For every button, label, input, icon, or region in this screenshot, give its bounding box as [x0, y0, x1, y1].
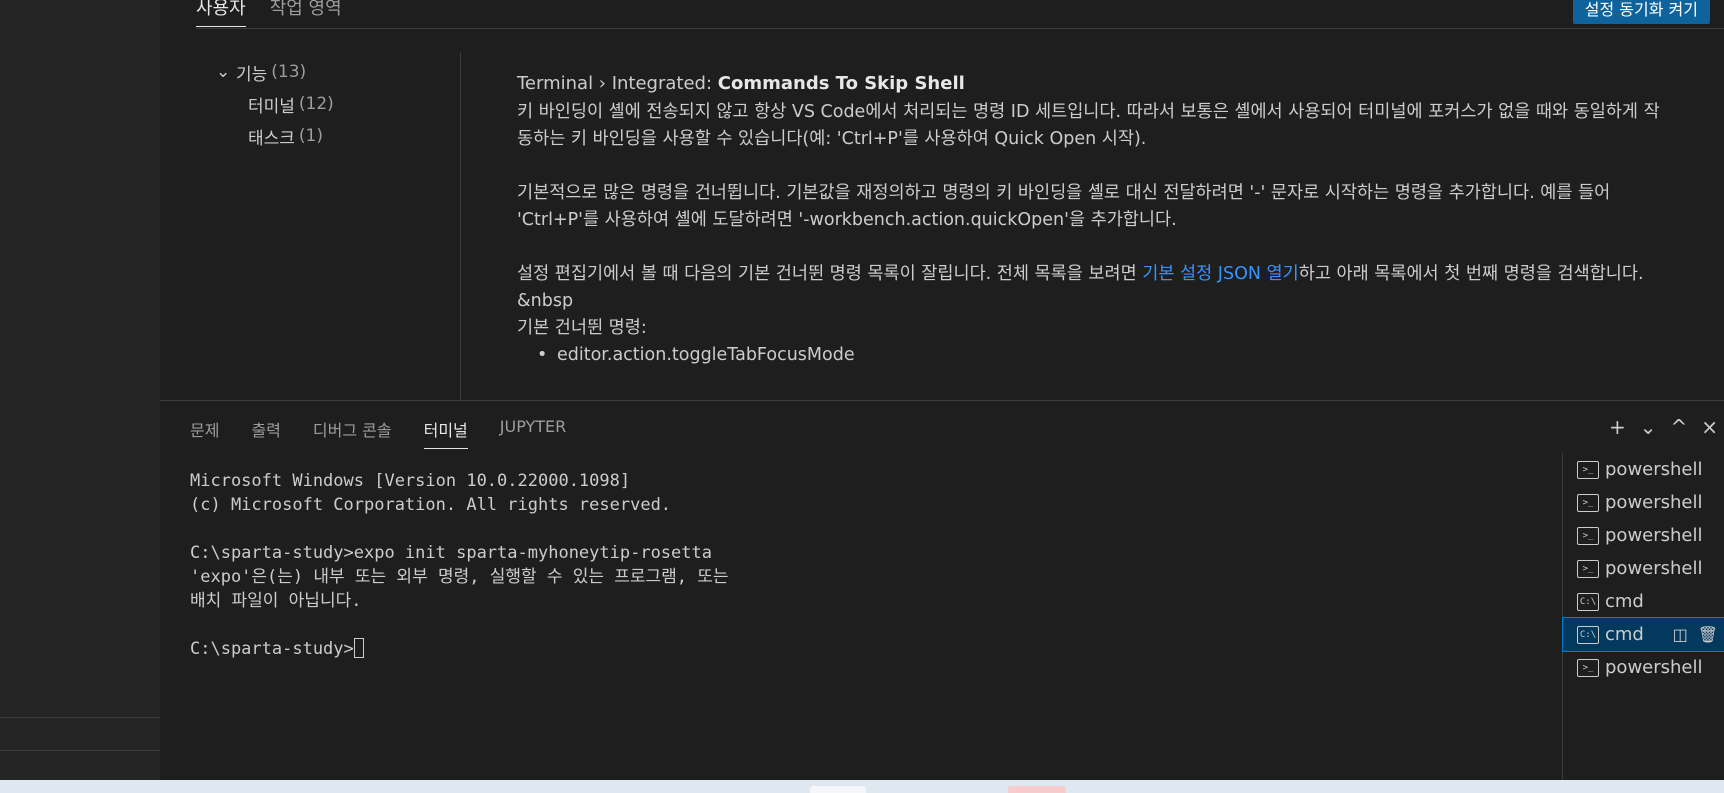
terminal-tab-label: powershell — [1605, 525, 1703, 546]
tab-problems[interactable]: 문제 — [190, 417, 219, 449]
settings-editor: 사용자 작업 영역 설정 동기화 켜기 ⌄ 기능 (13) 터미널 (12) 태… — [160, 0, 1724, 400]
tab-terminal[interactable]: 터미널 — [423, 417, 468, 449]
chevron-down-icon[interactable]: ⌄ — [1640, 415, 1657, 439]
toc-count: (13) — [271, 62, 307, 82]
plus-icon[interactable]: + — [1609, 415, 1626, 439]
setting-item: Terminal › Integrated: Commands To Skip … — [517, 70, 1667, 369]
terminal-tab-powershell[interactable]: >_ powershell — [1563, 552, 1724, 585]
setting-description-3: 설정 편집기에서 볼 때 다음의 기본 건너뛴 명령 목록이 잘립니다. 전체 … — [517, 261, 1667, 288]
toc-label: 터미널 — [248, 96, 295, 117]
powershell-icon: >_ — [1577, 658, 1599, 677]
tab-debug-console[interactable]: 디버그 콘솔 — [313, 417, 392, 449]
close-icon[interactable]: × — [1701, 415, 1718, 439]
taskbar-app[interactable] — [810, 786, 866, 793]
panel-tabs: 문제 출력 디버그 콘솔 터미널 JUPYTER — [190, 417, 566, 449]
open-default-settings-json-link[interactable]: 기본 설정 JSON 열기 — [1142, 264, 1298, 284]
terminal-tab-label: powershell — [1605, 558, 1703, 579]
tab-workspace[interactable]: 작업 영역 — [270, 0, 342, 27]
chevron-down-icon: ⌄ — [216, 62, 231, 82]
powershell-icon: >_ — [1577, 493, 1599, 512]
tab-user[interactable]: 사용자 — [196, 0, 246, 27]
terminal-tab-actions: ◫ 🗑 — [1673, 625, 1718, 644]
toc-label: 기능 — [236, 64, 268, 85]
setting-title: Terminal › Integrated: Commands To Skip … — [517, 70, 1667, 97]
terminal-prompt: C:\sparta-study> — [190, 639, 354, 659]
powershell-icon: >_ — [1577, 460, 1599, 479]
scope-divider — [196, 28, 1724, 29]
explorer-sidebar — [0, 0, 160, 780]
toc-item-terminal[interactable]: 터미널 (12) — [216, 88, 334, 120]
terminal-line: (c) Microsoft Corporation. All rights re… — [190, 495, 672, 515]
terminal-line: Microsoft Windows [Version 10.0.22000.10… — [190, 471, 631, 491]
settings-scope-tabs: 사용자 작업 영역 — [196, 0, 342, 27]
sidebar-divider — [0, 750, 160, 751]
terminal-line: 배치 파일이 아닙니다. — [190, 591, 362, 611]
terminal-tab-label: cmd — [1605, 591, 1644, 612]
terminal-line: 'expo'은(는) 내부 또는 외부 명령, 실행할 수 있는 프로그램, 또… — [190, 567, 729, 587]
toc-divider — [460, 52, 461, 400]
nbsp-text: &nbsp — [517, 291, 574, 311]
toc-item-tasks[interactable]: 태스크 (1) — [216, 120, 334, 152]
trash-icon[interactable]: 🗑 — [1698, 625, 1718, 644]
settings-sync-button[interactable]: 설정 동기화 켜기 — [1572, 0, 1710, 24]
tab-jupyter[interactable]: JUPYTER — [500, 417, 567, 449]
toc-count: (12) — [298, 94, 334, 114]
default-commands-list: editor.action.toggleTabFocusMode — [517, 342, 1667, 369]
cmd-icon: C:\ — [1577, 625, 1599, 644]
terminal-tab-label: powershell — [1605, 459, 1703, 480]
setting-category: Terminal › Integrated: — [517, 73, 718, 94]
terminal-tab-cmd[interactable]: C:\ cmd — [1563, 585, 1724, 618]
toc-item-features[interactable]: ⌄ 기능 (13) — [216, 56, 334, 88]
terminal-tab-label: powershell — [1605, 492, 1703, 513]
terminal-line: C:\sparta-study>expo init sparta-myhoney… — [190, 543, 712, 563]
description-text: 하고 아래 목록에서 첫 번째 명령을 검색합니다. — [1298, 264, 1644, 284]
terminal-tab-powershell[interactable]: >_ powershell — [1563, 486, 1724, 519]
terminal-tab-powershell[interactable]: >_ powershell — [1563, 519, 1724, 552]
setting-name: Commands To Skip Shell — [717, 73, 965, 94]
setting-description-2: 기본적으로 많은 명령을 건너뜁니다. 기본값을 재정의하고 명령의 키 바인딩… — [517, 183, 1611, 230]
terminal-tabs-list: >_ powershell >_ powershell >_ powershel… — [1562, 453, 1724, 781]
panel-actions: + ⌄ ^ × — [1609, 415, 1718, 439]
split-terminal-icon[interactable]: ◫ — [1673, 625, 1688, 644]
powershell-icon: >_ — [1577, 526, 1599, 545]
toc-count: (1) — [298, 126, 324, 146]
default-commands-label: 기본 건너뛴 명령: — [517, 318, 647, 338]
taskbar-app[interactable] — [1008, 786, 1066, 793]
terminal-tab-powershell[interactable]: >_ powershell — [1563, 453, 1724, 486]
terminal-output[interactable]: Microsoft Windows [Version 10.0.22000.10… — [190, 469, 729, 661]
settings-toc: ⌄ 기능 (13) 터미널 (12) 태스크 (1) — [216, 56, 334, 152]
terminal-cursor — [353, 638, 364, 658]
windows-taskbar — [0, 780, 1724, 793]
cmd-icon: C:\ — [1577, 592, 1599, 611]
sidebar-divider — [0, 717, 160, 718]
maximize-icon[interactable]: ^ — [1670, 415, 1687, 439]
terminal-tab-label: powershell — [1605, 657, 1703, 678]
terminal-tab-label: cmd — [1605, 624, 1644, 645]
terminal-tab-cmd-selected[interactable]: C:\ cmd ◫ 🗑 — [1562, 617, 1724, 652]
tab-output[interactable]: 출력 — [251, 417, 280, 449]
terminal-prompt-line: C:\sparta-study> — [190, 637, 729, 661]
setting-description-1: 키 바인딩이 셸에 전송되지 않고 항상 VS Code에서 처리되는 명령 I… — [517, 102, 1660, 149]
terminal-tab-powershell[interactable]: >_ powershell — [1563, 651, 1724, 684]
toc-label: 태스크 — [248, 128, 295, 149]
list-item: editor.action.toggleTabFocusMode — [557, 342, 1667, 369]
description-text: 설정 편집기에서 볼 때 다음의 기본 건너뛴 명령 목록이 잘립니다. 전체 … — [517, 264, 1143, 284]
bottom-panel: 문제 출력 디버그 콘솔 터미널 JUPYTER + ⌄ ^ × Microso… — [160, 400, 1724, 781]
powershell-icon: >_ — [1577, 559, 1599, 578]
